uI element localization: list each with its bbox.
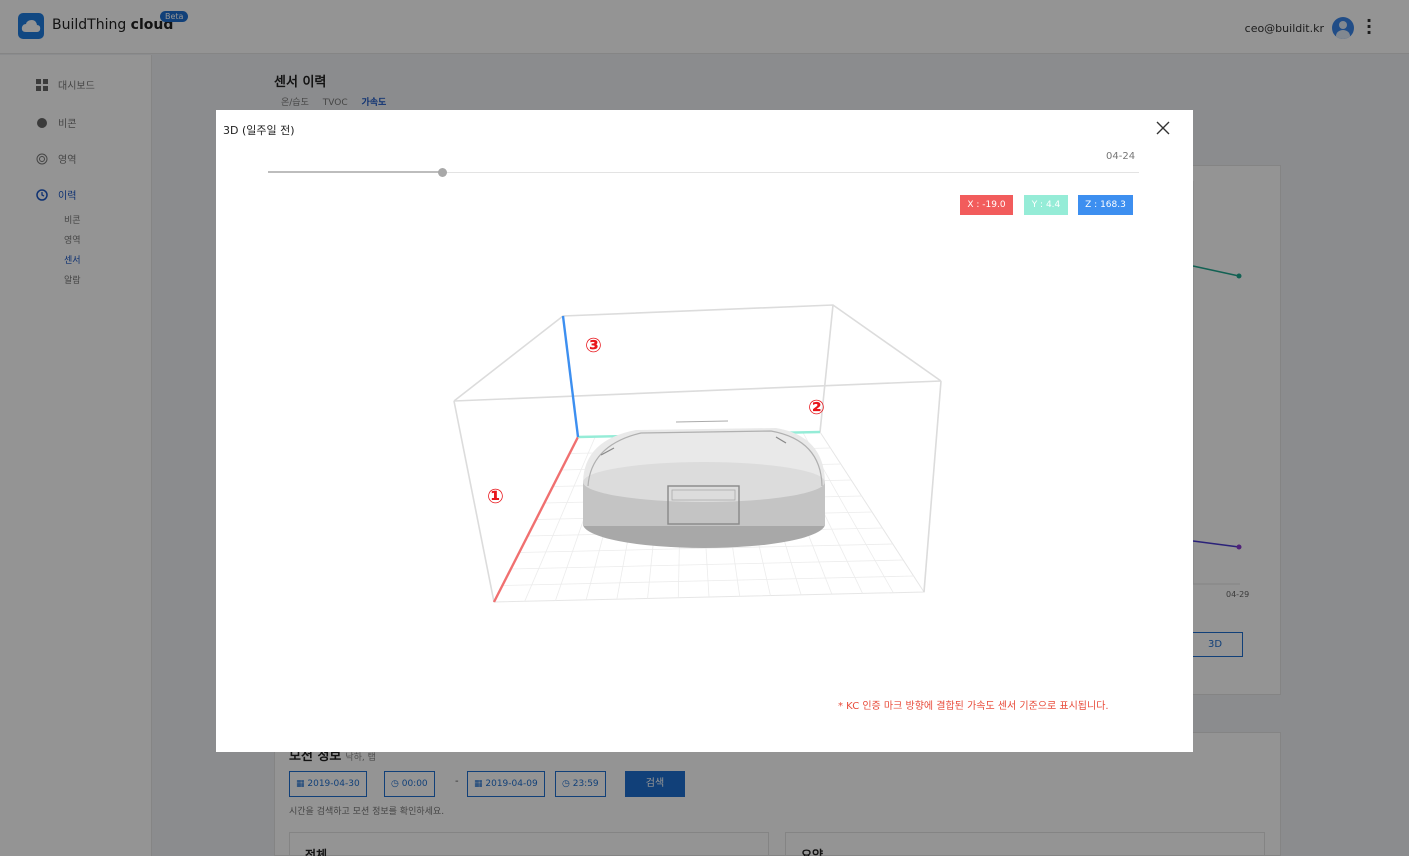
y-axis-marker: ② bbox=[808, 395, 825, 419]
x-axis-marker: ① bbox=[487, 484, 504, 508]
sensor-note: * KC 인증 마크 방향에 결합된 가속도 센서 기준으로 표시됩니다. bbox=[838, 701, 1109, 712]
z-axis-line bbox=[561, 315, 580, 438]
3d-viewer[interactable] bbox=[216, 110, 1193, 670]
x-axis-line bbox=[492, 436, 580, 603]
z-axis-marker: ③ bbox=[585, 333, 602, 357]
3d-modal: 3D (일주일 전) 04-24 X : -19.0 Y : 4.4 Z : 1… bbox=[216, 110, 1193, 752]
device-model bbox=[583, 420, 825, 548]
